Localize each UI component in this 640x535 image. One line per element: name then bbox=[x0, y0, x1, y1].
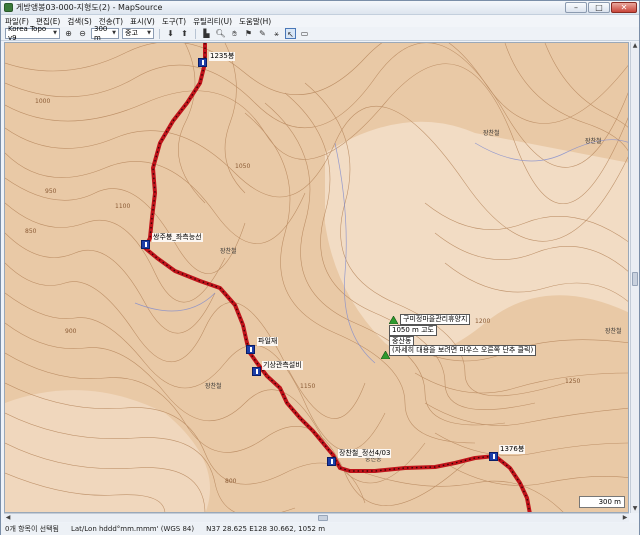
campground-icon[interactable] bbox=[389, 316, 398, 324]
coordinate-format: Lat/Lon hddd°mm.mmm' (WGS 84) bbox=[70, 525, 195, 533]
hiker-waypoint-icon[interactable] bbox=[327, 457, 336, 466]
detail-level-value: 중고 bbox=[125, 29, 138, 37]
receive-from-device-icon[interactable]: ⬇ bbox=[165, 28, 176, 39]
contour-label: 1000 bbox=[35, 98, 50, 105]
maximize-button[interactable]: □ bbox=[588, 2, 610, 13]
waypoint-label[interactable]: 장찬철_정선4/03 bbox=[338, 449, 392, 458]
window-controls: – □ ✕ bbox=[565, 2, 637, 13]
area-label: 장찬철 bbox=[205, 382, 222, 390]
selection-status: 0개 항목이 선택됨 bbox=[5, 525, 59, 533]
chevron-down-icon: ▼ bbox=[147, 30, 151, 36]
menu-help[interactable]: 도움말(H) bbox=[239, 16, 271, 27]
waypoint-label[interactable]: 쌍주봉_좌측능선 bbox=[152, 233, 203, 242]
toolbar: Korea Topo v9 ▼ ⊕ ⊖ 300 m ▼ 중고 ▼ ⬇ ⬆ ▙ 🔍… bbox=[1, 25, 639, 42]
hiker-waypoint-icon[interactable] bbox=[246, 345, 255, 354]
zoom-tool-icon[interactable]: 🔍︎ bbox=[215, 28, 226, 39]
poi-name-label[interactable]: 구미정마을관리휴양지 bbox=[400, 314, 471, 325]
contour-label: 900 bbox=[65, 328, 77, 335]
hiker-waypoint-icon[interactable] bbox=[198, 58, 207, 67]
hiker-waypoint-icon[interactable] bbox=[252, 367, 261, 376]
track-tool-icon[interactable]: ⚹ bbox=[271, 28, 282, 39]
contour-label: 1150 bbox=[300, 383, 315, 390]
horizontal-scroll-thumb[interactable] bbox=[318, 515, 328, 521]
chevron-down-icon: ▼ bbox=[53, 30, 57, 36]
route-tool-icon[interactable]: ✎ bbox=[257, 28, 268, 39]
menu-view[interactable]: 표시(V) bbox=[130, 16, 155, 27]
waypoint-label[interactable]: 1235봉 bbox=[209, 52, 236, 61]
poi-elevation-label: 1050 m 고도 bbox=[389, 325, 437, 336]
waypoint-label[interactable]: 파일재 bbox=[257, 337, 279, 346]
menu-utilities[interactable]: 유틸리티(U) bbox=[193, 16, 232, 27]
hiker-waypoint-icon[interactable] bbox=[489, 452, 498, 461]
send-to-device-icon[interactable]: ⬆ bbox=[179, 28, 190, 39]
contour-label: 1250 bbox=[565, 378, 580, 385]
area-label: 장찬철 bbox=[585, 137, 602, 145]
cursor-position: N37 28.625 E128 30.662, 1052 m bbox=[206, 525, 326, 533]
contour-label: 800 bbox=[225, 478, 237, 485]
topo-map[interactable]: 1000 950 900 1050 1100 1150 1200 1250 85… bbox=[5, 43, 629, 513]
contour-label: 1050 bbox=[235, 163, 250, 170]
status-bar: 0개 항목이 선택됨 Lat/Lon hddd°mm.mmm' (WGS 84)… bbox=[1, 523, 639, 535]
map-product-value: Korea Topo v9 bbox=[8, 24, 47, 42]
hand-tool-icon[interactable]: ✋︎ bbox=[229, 28, 240, 39]
map-view[interactable]: 1000 950 900 1050 1100 1150 1200 1250 85… bbox=[4, 42, 629, 513]
menu-search[interactable]: 검색(S) bbox=[67, 16, 91, 27]
close-button[interactable]: ✕ bbox=[611, 2, 637, 13]
mapsource-app-icon bbox=[4, 3, 13, 12]
horizontal-scrollbar[interactable]: ◀ ▶ bbox=[4, 513, 629, 522]
minimize-button[interactable]: – bbox=[565, 2, 587, 13]
measure-tool-icon[interactable]: ▭ bbox=[299, 28, 310, 39]
window-title: 게방앵봉03-000-지형도(2) - MapSource bbox=[16, 3, 163, 12]
contour-label: 850 bbox=[25, 228, 37, 235]
scroll-down-icon[interactable]: ▼ bbox=[631, 505, 639, 513]
map-product-select[interactable]: Korea Topo v9 ▼ bbox=[5, 25, 60, 42]
selection-tool-icon[interactable]: ↖ bbox=[285, 28, 296, 39]
contour-label: 950 bbox=[45, 188, 57, 195]
contour-label: 1200 bbox=[475, 318, 490, 325]
zoom-out-icon[interactable]: ⊖ bbox=[77, 28, 88, 39]
app-window: 게방앵봉03-000-지형도(2) - MapSource – □ ✕ 파일(F… bbox=[0, 0, 640, 535]
zoom-in-icon[interactable]: ⊕ bbox=[63, 28, 74, 39]
zoom-scale-select[interactable]: 300 m ▼ bbox=[91, 25, 119, 42]
vertical-scroll-thumb[interactable] bbox=[632, 272, 638, 286]
vertical-scrollbar[interactable]: ▲ ▼ bbox=[630, 42, 639, 513]
scroll-right-icon[interactable]: ▶ bbox=[621, 514, 629, 522]
chevron-down-icon: ▼ bbox=[112, 30, 116, 36]
zoom-scale-value: 300 m bbox=[94, 24, 108, 42]
map-scale-bar: 300 m bbox=[579, 496, 625, 508]
title-bar[interactable]: 게방앵봉03-000-지형도(2) - MapSource – □ ✕ bbox=[1, 1, 639, 15]
menu-tools[interactable]: 도구(T) bbox=[162, 16, 186, 27]
area-label: 장찬철 bbox=[483, 129, 500, 137]
map-tool-icon[interactable]: ▙ bbox=[201, 28, 212, 39]
detail-level-select[interactable]: 중고 ▼ bbox=[122, 28, 154, 39]
hiker-waypoint-icon[interactable] bbox=[141, 240, 150, 249]
scroll-left-icon[interactable]: ◀ bbox=[4, 514, 12, 522]
waypoint-label[interactable]: 1376봉 bbox=[499, 445, 526, 454]
area-label: 장찬철 bbox=[605, 327, 622, 335]
contour-label: 1100 bbox=[115, 203, 130, 210]
waypoint-tool-icon[interactable]: ⚑ bbox=[243, 28, 254, 39]
poi-hint-label: (자세히 대용을 보려면 마우스 오른쪽 단추 클릭) bbox=[389, 345, 537, 356]
scroll-up-icon[interactable]: ▲ bbox=[631, 42, 639, 50]
waypoint-label[interactable]: 기상관측설비 bbox=[262, 361, 303, 370]
area-label: 장찬철 bbox=[220, 247, 237, 255]
